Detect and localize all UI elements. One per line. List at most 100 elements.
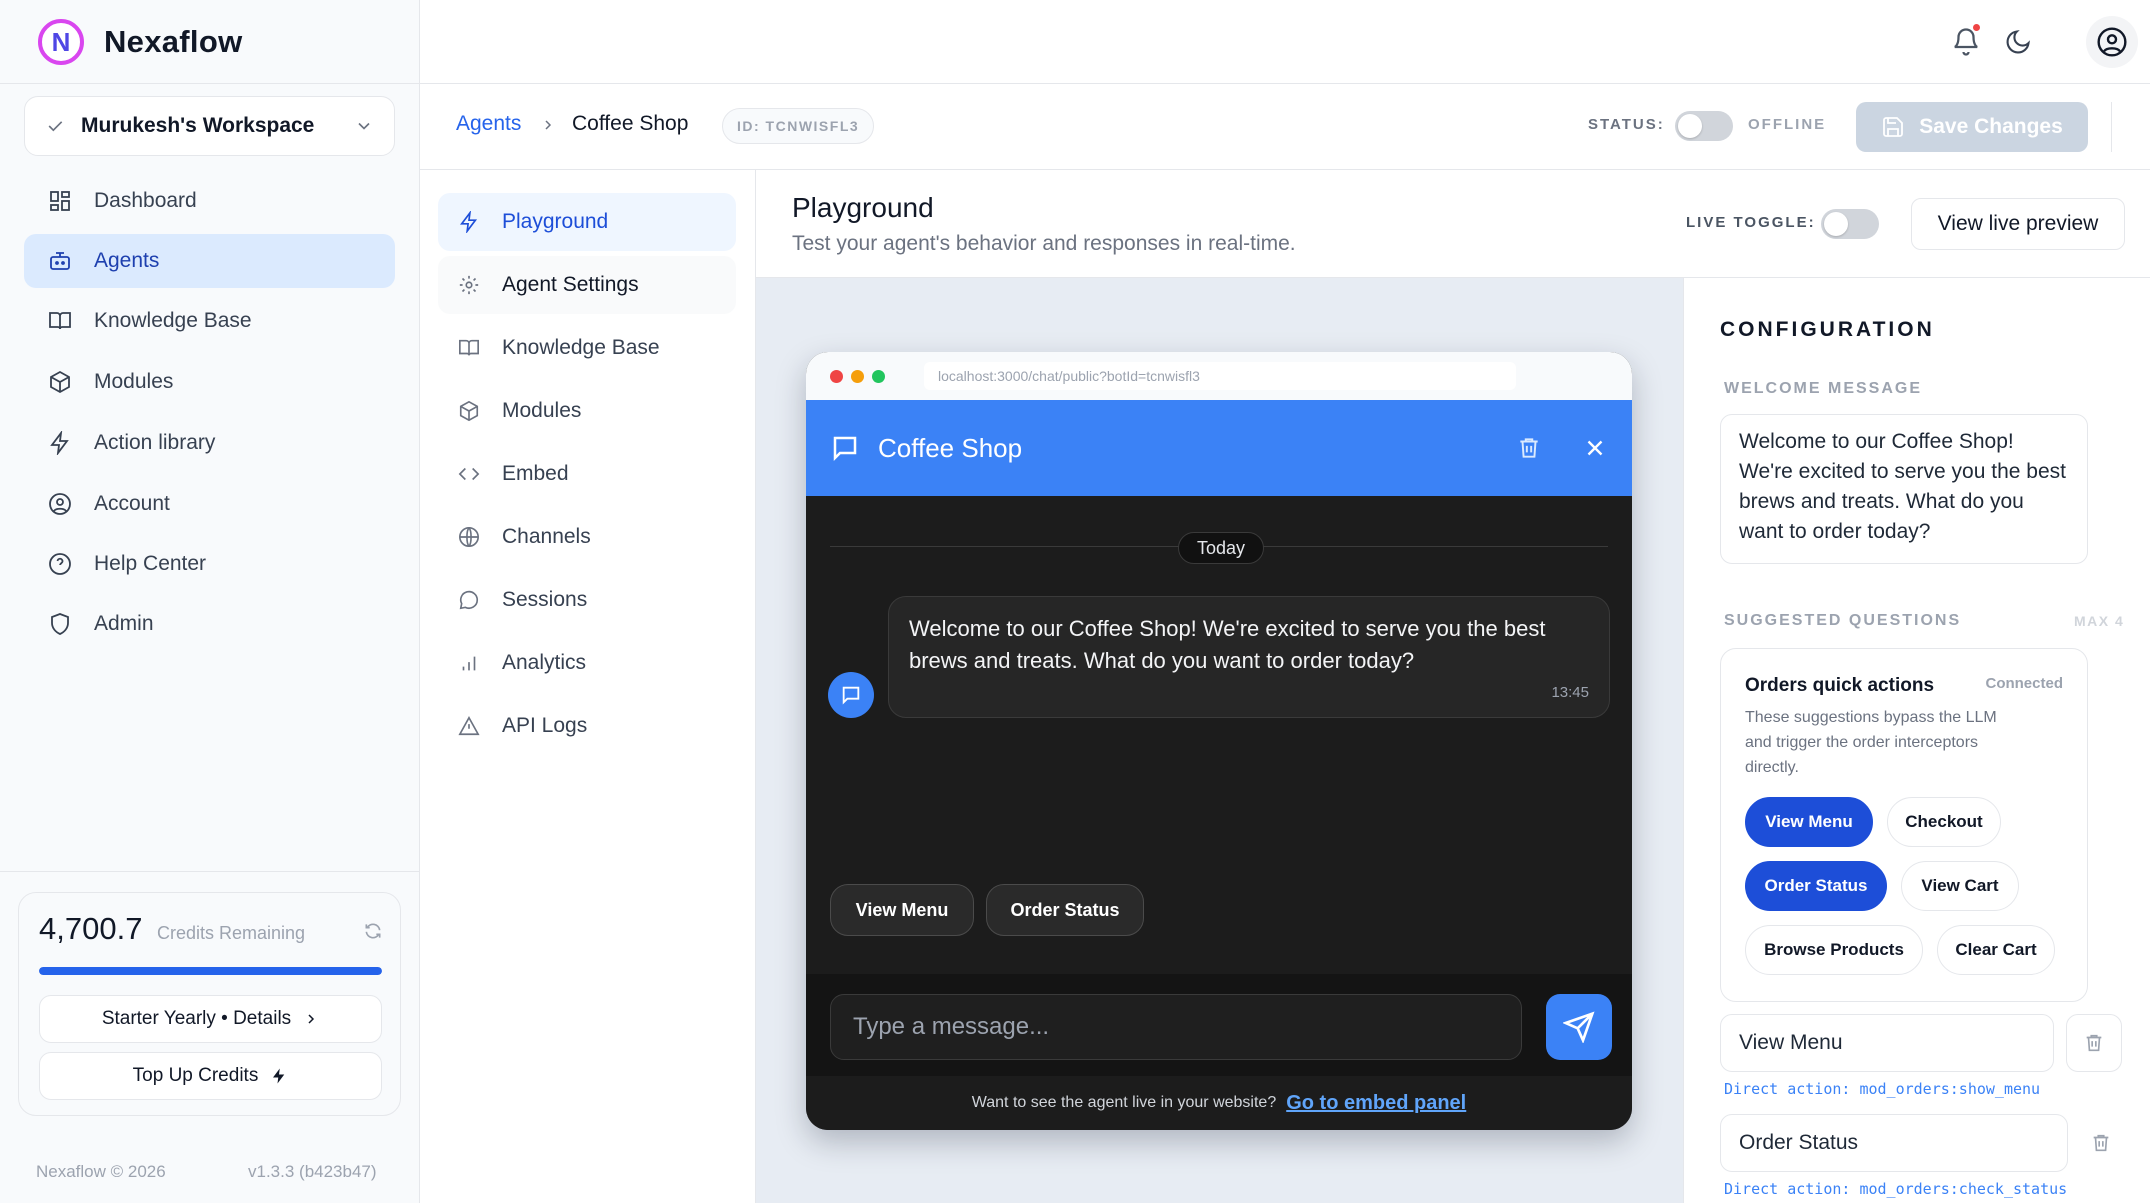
direct-action-label: Direct action: mod_orders:check_status — [1724, 1180, 2068, 1198]
tab-modules[interactable]: Modules — [438, 382, 736, 440]
profile-button[interactable] — [2086, 16, 2138, 68]
top-bar — [420, 0, 2150, 84]
chip-order-status[interactable]: Order Status — [986, 884, 1144, 936]
tab-label: Sessions — [502, 588, 588, 611]
tab-label: Channels — [502, 525, 591, 548]
refresh-icon[interactable] — [363, 921, 383, 941]
trash-icon[interactable] — [1516, 435, 1542, 461]
browser-bar: localhost:3000/chat/public?botId=tcnwisf… — [806, 352, 1632, 400]
view-live-preview-button[interactable]: View live preview — [1911, 198, 2125, 250]
pill-view-cart[interactable]: View Cart — [1901, 861, 2019, 911]
help-icon — [49, 553, 71, 575]
tab-channels[interactable]: Channels — [438, 508, 736, 566]
code-icon — [458, 467, 480, 481]
tab-agent-settings[interactable]: Agent Settings — [438, 256, 736, 314]
suggested-max-label: MAX 4 — [2074, 613, 2125, 629]
globe-icon — [459, 527, 479, 547]
pill-order-status[interactable]: Order Status — [1745, 861, 1887, 911]
pill-clear-cart[interactable]: Clear Cart — [1937, 925, 2055, 975]
tab-label: Playground — [502, 210, 609, 233]
date-divider: Today — [1178, 532, 1265, 564]
chat-input-bar: Type a message... — [806, 974, 1632, 1076]
trash-icon — [2086, 1034, 2102, 1052]
delete-question-button[interactable] — [2066, 1014, 2122, 1072]
sidebar-item-help-center[interactable]: Help Center — [24, 537, 395, 591]
message-input[interactable]: Type a message... — [830, 994, 1522, 1060]
pill-checkout[interactable]: Checkout — [1887, 797, 2001, 847]
bot-message: Welcome to our Coffee Shop! We're excite… — [888, 596, 1610, 718]
divider — [0, 871, 420, 872]
sidebar-item-agents[interactable]: Agents — [24, 234, 395, 288]
chip-view-menu[interactable]: View Menu — [830, 884, 974, 936]
configuration-panel: CONFIGURATION WELCOME MESSAGE Welcome to… — [1683, 278, 2150, 1203]
delete-question-button[interactable] — [2080, 1114, 2122, 1172]
sidebar-item-knowledge-base[interactable]: Knowledge Base — [24, 294, 395, 348]
bot-message-text: Welcome to our Coffee Shop! We're excite… — [909, 616, 1546, 673]
embed-hint: Want to see the agent live in your websi… — [971, 1094, 1277, 1111]
chat-footer: Want to see the agent live in your websi… — [806, 1076, 1632, 1130]
tab-api-logs[interactable]: API Logs — [438, 697, 736, 755]
gear-icon — [459, 275, 479, 295]
pill-browse-products[interactable]: Browse Products — [1745, 925, 1923, 975]
bolt-icon — [273, 1068, 285, 1084]
tab-label: Knowledge Base — [502, 336, 660, 359]
sidebar-item-action-library[interactable]: Action library — [24, 416, 395, 470]
sidebar-item-account[interactable]: Account — [24, 477, 395, 531]
status-label: STATUS: — [1588, 116, 1665, 133]
plan-details-button[interactable]: Starter Yearly • Details — [39, 995, 382, 1043]
bell-icon — [1954, 28, 1978, 56]
check-icon — [48, 121, 63, 132]
page-title: Playground — [792, 192, 934, 223]
chat-preview-window: localhost:3000/chat/public?botId=tcnwisf… — [806, 352, 1632, 1130]
tab-analytics[interactable]: Analytics — [438, 634, 736, 692]
credits-label: Credits Remaining — [157, 923, 306, 943]
tab-playground[interactable]: Playground — [438, 193, 736, 251]
version: v1.3.3 (b423b47) — [248, 1162, 377, 1181]
quick-actions-card: Orders quick actions Connected These sug… — [1720, 648, 2088, 1002]
credits-amount: 4,700.7 — [39, 911, 143, 946]
chevron-down-icon — [358, 122, 370, 130]
live-toggle[interactable] — [1821, 209, 1879, 239]
suggested-question-input[interactable]: Order Status — [1720, 1114, 2068, 1172]
top-up-credits-button[interactable]: Top Up Credits — [39, 1052, 382, 1100]
theme-toggle-button[interactable] — [1996, 20, 2040, 64]
suggested-question-input[interactable]: View Menu — [1720, 1014, 2054, 1072]
plan-details-label: Starter Yearly • Details — [101, 1008, 292, 1029]
send-button[interactable] — [1546, 994, 1612, 1060]
configuration-heading: CONFIGURATION — [1720, 318, 1935, 341]
message-time: 13:45 — [1551, 684, 1589, 701]
sidebar-item-dashboard[interactable]: Dashboard — [24, 174, 395, 228]
breadcrumb-current: Coffee Shop — [572, 112, 689, 135]
brand[interactable]: N Nexaflow — [38, 19, 243, 65]
chat-icon — [833, 436, 857, 462]
welcome-message-input[interactable]: Welcome to our Coffee Shop! We're excite… — [1720, 414, 2088, 564]
close-icon[interactable] — [1582, 435, 1608, 461]
tab-embed[interactable]: Embed — [438, 445, 736, 503]
connected-badge: Connected — [1985, 675, 2063, 692]
bolt-icon — [50, 431, 69, 455]
notifications-button[interactable] — [1944, 20, 1988, 64]
tab-label: Agent Settings — [502, 273, 639, 296]
tab-label: Modules — [502, 399, 582, 422]
workspace-switcher[interactable]: Murukesh's Workspace — [24, 96, 395, 156]
sidebar: N Nexaflow Murukesh's Workspace Dashboar… — [0, 0, 420, 1203]
tab-sessions[interactable]: Sessions — [438, 571, 736, 629]
direct-action-label: Direct action: mod_orders:show_menu — [1724, 1080, 2041, 1098]
status-toggle[interactable] — [1675, 111, 1733, 141]
logo-icon: N — [38, 19, 84, 65]
dashboard-icon — [50, 191, 70, 211]
chevron-right-icon — [545, 120, 552, 130]
pill-view-menu[interactable]: View Menu — [1745, 797, 1873, 847]
sidebar-item-label: Account — [94, 492, 170, 515]
breadcrumb-agents-link[interactable]: Agents — [456, 112, 521, 136]
credits-progress-bar — [39, 967, 382, 975]
tab-knowledge-base[interactable]: Knowledge Base — [438, 319, 736, 377]
credits-progress-fill — [39, 967, 382, 975]
save-changes-button[interactable]: Save Changes — [1856, 102, 2088, 152]
sidebar-item-modules[interactable]: Modules — [24, 355, 395, 409]
sidebar-item-label: Modules — [94, 370, 174, 393]
embed-panel-link[interactable]: Go to embed panel — [1286, 1092, 1466, 1115]
tab-label: Analytics — [502, 651, 587, 674]
sidebar-item-admin[interactable]: Admin — [24, 597, 395, 651]
bot-icon — [50, 252, 70, 270]
